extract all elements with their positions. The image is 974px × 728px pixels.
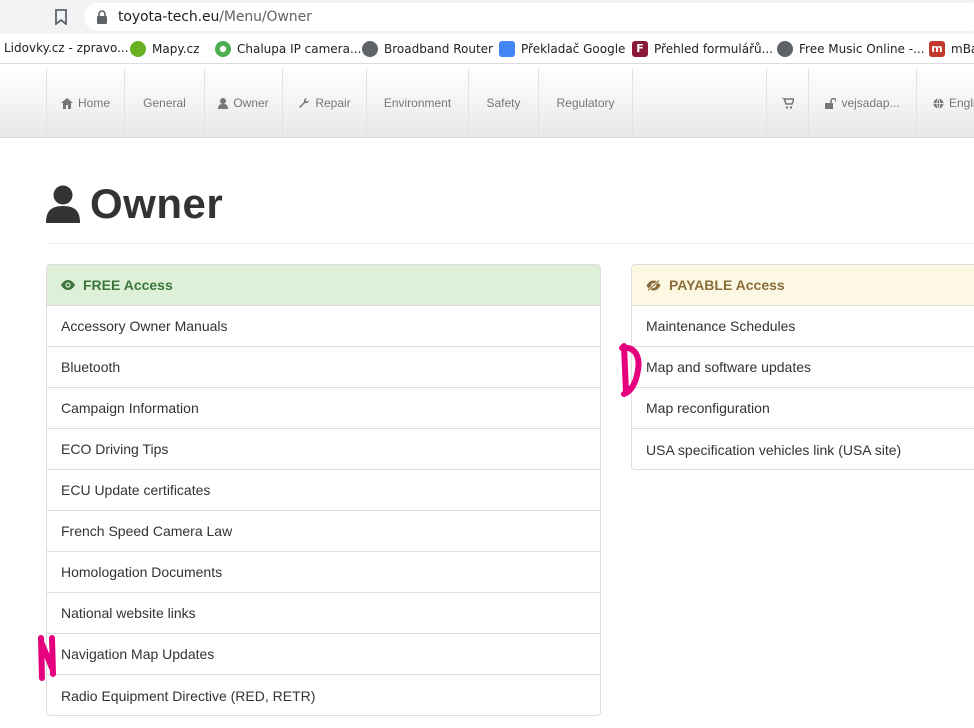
nav-user-account[interactable]: vejsadap... — [808, 68, 916, 138]
nav-environment[interactable]: Environment — [366, 68, 468, 138]
free-access-heading: FREE Access — [47, 265, 600, 306]
nav-safety[interactable]: Safety — [468, 68, 538, 138]
list-item-navigation-map-updates[interactable]: Navigation Map Updates — [47, 634, 600, 675]
eye-slash-icon — [646, 279, 661, 291]
payable-access-heading: PAYABLE Access — [632, 265, 974, 306]
nav-repair[interactable]: Repair — [282, 68, 366, 138]
browser-address-bar: toyota-tech.eu/Menu/Owner — [0, 0, 974, 34]
page-title: Owner — [90, 180, 224, 227]
lock-icon[interactable] — [96, 10, 108, 24]
title-divider — [46, 243, 974, 244]
user-icon — [46, 185, 80, 223]
bookmark-router[interactable]: Broadband Router — [362, 41, 493, 57]
list-item-radio-equipment-directive[interactable]: Radio Equipment Directive (RED, RETR) — [47, 675, 600, 715]
list-item-campaign-information[interactable]: Campaign Information — [47, 388, 600, 429]
bookmark-formulare[interactable]: F Přehled formulářů... — [632, 41, 773, 57]
bookmark-chalupa[interactable]: Chalupa IP camera... — [215, 41, 361, 57]
user-icon — [218, 97, 229, 109]
bookmark-icon[interactable] — [54, 9, 68, 25]
unlock-icon — [825, 97, 837, 109]
shopping-cart-icon — [781, 97, 794, 109]
bookmark-translate[interactable]: Překladač Google — [499, 41, 625, 57]
list-item-french-speed-camera-law[interactable]: French Speed Camera Law — [47, 511, 600, 552]
nav-language[interactable]: Englis — [916, 68, 974, 138]
list-item-ecu-update-certificates[interactable]: ECU Update certificates — [47, 470, 600, 511]
list-item-homologation-documents[interactable]: Homologation Documents — [47, 552, 600, 593]
bookmark-mba[interactable]: m mBa — [929, 41, 974, 57]
list-item-usa-specification-vehicles-link[interactable]: USA specification vehicles link (USA sit… — [632, 429, 974, 469]
nav-cart[interactable] — [766, 68, 808, 138]
home-icon — [60, 97, 73, 109]
free-access-panel: FREE Access Accessory Owner Manuals Blue… — [46, 264, 601, 716]
nav-home[interactable]: Home — [46, 68, 124, 138]
annotation-mark-d-icon — [619, 343, 642, 397]
nav-owner[interactable]: Owner — [204, 68, 282, 138]
globe-favicon-icon — [362, 41, 378, 57]
m-favicon-icon: m — [929, 41, 945, 57]
bookmark-mapy[interactable]: Mapy.cz — [130, 41, 199, 57]
url-text[interactable]: toyota-tech.eu/Menu/Owner — [118, 9, 312, 25]
globe-icon — [933, 97, 944, 109]
nav-spacer — [632, 68, 766, 138]
google-translate-favicon-icon — [499, 41, 515, 57]
camera-favicon-icon — [215, 41, 231, 57]
bookmarks-bar: Lidovky.cz - zpravo... Mapy.cz Chalupa I… — [0, 34, 974, 64]
bookmark-music[interactable]: Free Music Online -... — [777, 41, 925, 57]
nav-regulatory[interactable]: Regulatory — [538, 68, 632, 138]
list-item-accessory-owner-manuals[interactable]: Accessory Owner Manuals — [47, 306, 600, 347]
mapy-favicon-icon — [130, 41, 146, 57]
bookmark-lidovky[interactable]: Lidovky.cz - zpravo... — [4, 41, 129, 55]
annotation-mark-n-icon — [38, 635, 56, 681]
list-item-national-website-links[interactable]: National website links — [47, 593, 600, 634]
nav-general[interactable]: General — [124, 68, 204, 138]
page-header: Owner — [46, 176, 223, 232]
list-item-eco-driving-tips[interactable]: ECO Driving Tips — [47, 429, 600, 470]
list-item-maintenance-schedules[interactable]: Maintenance Schedules — [632, 306, 974, 347]
site-navbar: Home General Owner Repair Environment Sa… — [0, 68, 974, 138]
payable-access-panel: PAYABLE Access Maintenance Schedules Map… — [631, 264, 974, 470]
globe-favicon-icon — [777, 41, 793, 57]
f-favicon-icon: F — [632, 41, 648, 57]
wrench-icon — [299, 97, 310, 108]
eye-icon — [61, 280, 75, 290]
list-item-bluetooth[interactable]: Bluetooth — [47, 347, 600, 388]
list-item-map-and-software-updates[interactable]: Map and software updates — [632, 347, 974, 388]
list-item-map-reconfiguration[interactable]: Map reconfiguration — [632, 388, 974, 429]
